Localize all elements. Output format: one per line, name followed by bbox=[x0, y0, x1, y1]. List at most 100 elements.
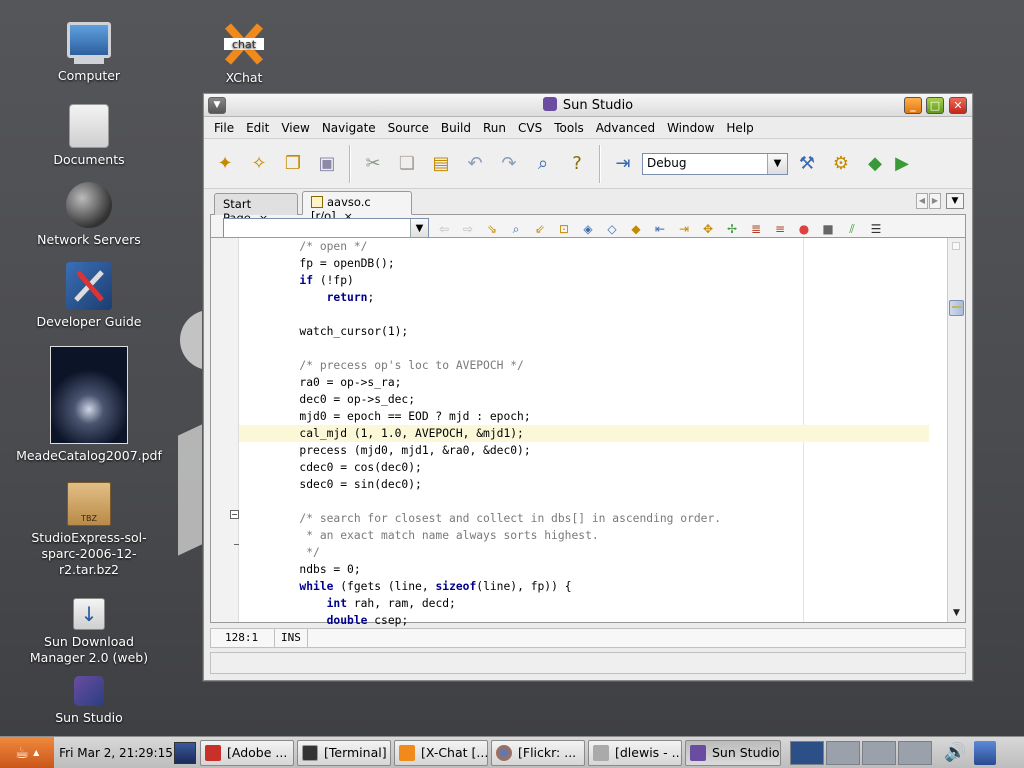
taskbar-button-dlewis[interactable]: [dlewis - ... bbox=[588, 739, 682, 766]
code-line: /* open */ bbox=[245, 240, 368, 253]
workspace-1[interactable] bbox=[790, 740, 824, 765]
code-area[interactable]: /* open */ fp = openDB(); if (!fp) retur… bbox=[239, 238, 935, 629]
toggle-highlight-icon[interactable]: ⊡ bbox=[555, 220, 573, 238]
find-icon[interactable]: ⌕ bbox=[528, 149, 558, 179]
save-all-icon[interactable]: ▣ bbox=[312, 149, 342, 179]
taskbar-button-terminal[interactable]: [Terminal] bbox=[297, 739, 391, 766]
desktop-icon-studioexpress-archive[interactable]: TBZ StudioExpress-sol-sparc-2006-12-r2.t… bbox=[9, 482, 169, 578]
record-icon[interactable]: ● bbox=[795, 220, 813, 238]
debug-icon[interactable]: ▶ bbox=[894, 149, 910, 179]
clock[interactable]: Fri Mar 2, 21:29:15 bbox=[54, 746, 174, 760]
undo-icon[interactable]: ↶ bbox=[460, 149, 490, 179]
new-file-icon[interactable]: ✦ bbox=[210, 149, 240, 179]
line-icon[interactable]: ☰ bbox=[867, 220, 885, 238]
menu-run[interactable]: Run bbox=[477, 121, 512, 135]
main-toolbar: ✦ ✧ ❐ ▣ ✂ ❏ ▤ ↶ ↷ ⌕ ? ⇥ Debug ▼ ⚒ ⚙ ◆ ▶ bbox=[204, 139, 972, 189]
copy-icon[interactable]: ❏ bbox=[392, 149, 422, 179]
uncomment-icon[interactable]: ≡ bbox=[771, 220, 789, 238]
xchat-icon bbox=[399, 744, 415, 761]
launch-menu-button[interactable]: ☕ ▲ bbox=[0, 736, 54, 768]
code-line: /* precess op's loc to AVEPOCH */ bbox=[245, 359, 524, 372]
chevron-down-icon[interactable]: ▼ bbox=[767, 153, 787, 174]
next-bookmark-icon[interactable]: ◇ bbox=[603, 220, 621, 238]
run-icon[interactable]: ◆ bbox=[860, 149, 890, 179]
tab-start-page[interactable]: Start Page× bbox=[214, 193, 298, 225]
show-desktop-icon[interactable] bbox=[174, 741, 196, 764]
find-next-icon[interactable]: ⇙ bbox=[531, 220, 549, 238]
previous-bookmark-icon[interactable]: ◈ bbox=[579, 220, 597, 238]
paste-icon[interactable]: ▤ bbox=[426, 149, 456, 179]
desktop-icon-network-servers[interactable]: Network Servers bbox=[9, 182, 169, 248]
comment-icon[interactable]: ≣ bbox=[747, 220, 765, 238]
find-previous-icon[interactable]: ⇘ bbox=[483, 220, 501, 238]
menu-build[interactable]: Build bbox=[435, 121, 477, 135]
menu-tools[interactable]: Tools bbox=[548, 121, 590, 135]
format-icon[interactable]: ⫽ bbox=[843, 220, 861, 238]
editor-status-bar: 128:1 INS bbox=[210, 628, 966, 648]
cut-icon[interactable]: ✂ bbox=[358, 149, 388, 179]
scroll-tabs-right-icon[interactable]: ▶ bbox=[929, 193, 941, 209]
menu-file[interactable]: File bbox=[208, 121, 240, 135]
volume-icon[interactable]: 🔊 bbox=[944, 742, 966, 763]
taskbar-button-flickr[interactable]: [Flickr: ... bbox=[491, 739, 585, 766]
help-icon[interactable]: ? bbox=[562, 149, 592, 179]
menu-edit[interactable]: Edit bbox=[240, 121, 275, 135]
menu-cvs[interactable]: CVS bbox=[512, 121, 548, 135]
folder-icon bbox=[593, 744, 609, 761]
find-selection-icon[interactable]: ⌕ bbox=[507, 220, 525, 238]
desktop-icon-meade-catalog[interactable]: MeadeCatalog2007.pdf bbox=[9, 346, 169, 464]
stop-icon[interactable]: ■ bbox=[819, 220, 837, 238]
download-icon: ↓ bbox=[73, 598, 105, 630]
workspace-2[interactable] bbox=[826, 740, 860, 765]
desktop-icon-computer[interactable]: Computer bbox=[9, 22, 169, 84]
code-line: dec0 = op->s_dec; bbox=[245, 393, 416, 406]
chevron-down-icon[interactable]: ▼ bbox=[410, 219, 428, 239]
fold-end-marker bbox=[234, 544, 239, 545]
trash-icon[interactable] bbox=[974, 740, 997, 765]
minimize-button[interactable]: _ bbox=[904, 97, 922, 114]
desktop-icon-label: Sun Studio bbox=[55, 710, 123, 725]
fold-collapse-icon[interactable]: − bbox=[230, 510, 239, 519]
taskbar-button-adobe[interactable]: [Adobe ... bbox=[200, 739, 294, 766]
set-main-project-icon[interactable]: ⇥ bbox=[608, 149, 638, 179]
window-titlebar[interactable]: ▼ Sun Studio _ □ ✕ bbox=[204, 94, 972, 117]
new-project-icon[interactable]: ✧ bbox=[244, 149, 274, 179]
desktop-icon-xchat[interactable]: chat XChat bbox=[164, 22, 324, 86]
shift-left-icon[interactable]: ⇤ bbox=[651, 220, 669, 238]
close-button[interactable]: ✕ bbox=[949, 97, 967, 114]
error-stripe bbox=[952, 240, 962, 620]
workspace-3[interactable] bbox=[862, 740, 896, 765]
taskbar-button-sun-studio[interactable]: Sun Studio bbox=[685, 739, 781, 766]
menu-source[interactable]: Source bbox=[382, 121, 435, 135]
desktop-icon-developer-guide[interactable]: Developer Guide bbox=[9, 262, 169, 330]
code-line: cdec0 = cos(dec0); bbox=[245, 461, 422, 474]
menu-help[interactable]: Help bbox=[720, 121, 759, 135]
desktop-icon-sun-download-manager[interactable]: ↓ Sun Download Manager 2.0 (web) bbox=[9, 598, 169, 666]
code-editor[interactable]: − /* open */ fp = openDB(); if (!fp) ret… bbox=[210, 237, 966, 627]
scroll-tabs-left-icon[interactable]: ◀ bbox=[916, 193, 928, 209]
menu-window[interactable]: Window bbox=[661, 121, 720, 135]
tab-aavso-c[interactable]: aavso.c [r/o] × bbox=[302, 191, 412, 223]
menu-navigate[interactable]: Navigate bbox=[316, 121, 382, 135]
menu-view[interactable]: View bbox=[275, 121, 315, 135]
workspace-4[interactable] bbox=[898, 740, 932, 765]
back-icon[interactable]: ⇦ bbox=[435, 220, 453, 238]
maximize-button[interactable]: □ bbox=[926, 97, 944, 114]
forward-icon[interactable]: ⇨ bbox=[459, 220, 477, 238]
clean-build-icon[interactable]: ⚙ bbox=[826, 149, 856, 179]
start-macro-icon[interactable]: ✥ bbox=[699, 220, 717, 238]
desktop-icon-label: MeadeCatalog2007.pdf bbox=[16, 448, 162, 463]
desktop-icon-documents[interactable]: Documents bbox=[9, 104, 169, 168]
taskbar-button-xchat[interactable]: [X-Chat [... bbox=[394, 739, 488, 766]
menu-advanced[interactable]: Advanced bbox=[590, 121, 661, 135]
tab-list-icon[interactable]: ▼ bbox=[946, 193, 964, 209]
desktop-icon-sun-studio[interactable]: Sun Studio bbox=[9, 676, 169, 726]
open-project-icon[interactable]: ❐ bbox=[278, 149, 308, 179]
stop-macro-icon[interactable]: ✢ bbox=[723, 220, 741, 238]
toggle-bookmark-icon[interactable]: ◆ bbox=[627, 220, 645, 238]
redo-icon[interactable]: ↷ bbox=[494, 149, 524, 179]
configuration-select[interactable]: Debug ▼ bbox=[642, 152, 788, 175]
build-icon[interactable]: ⚒ bbox=[792, 149, 822, 179]
shift-right-icon[interactable]: ⇥ bbox=[675, 220, 693, 238]
